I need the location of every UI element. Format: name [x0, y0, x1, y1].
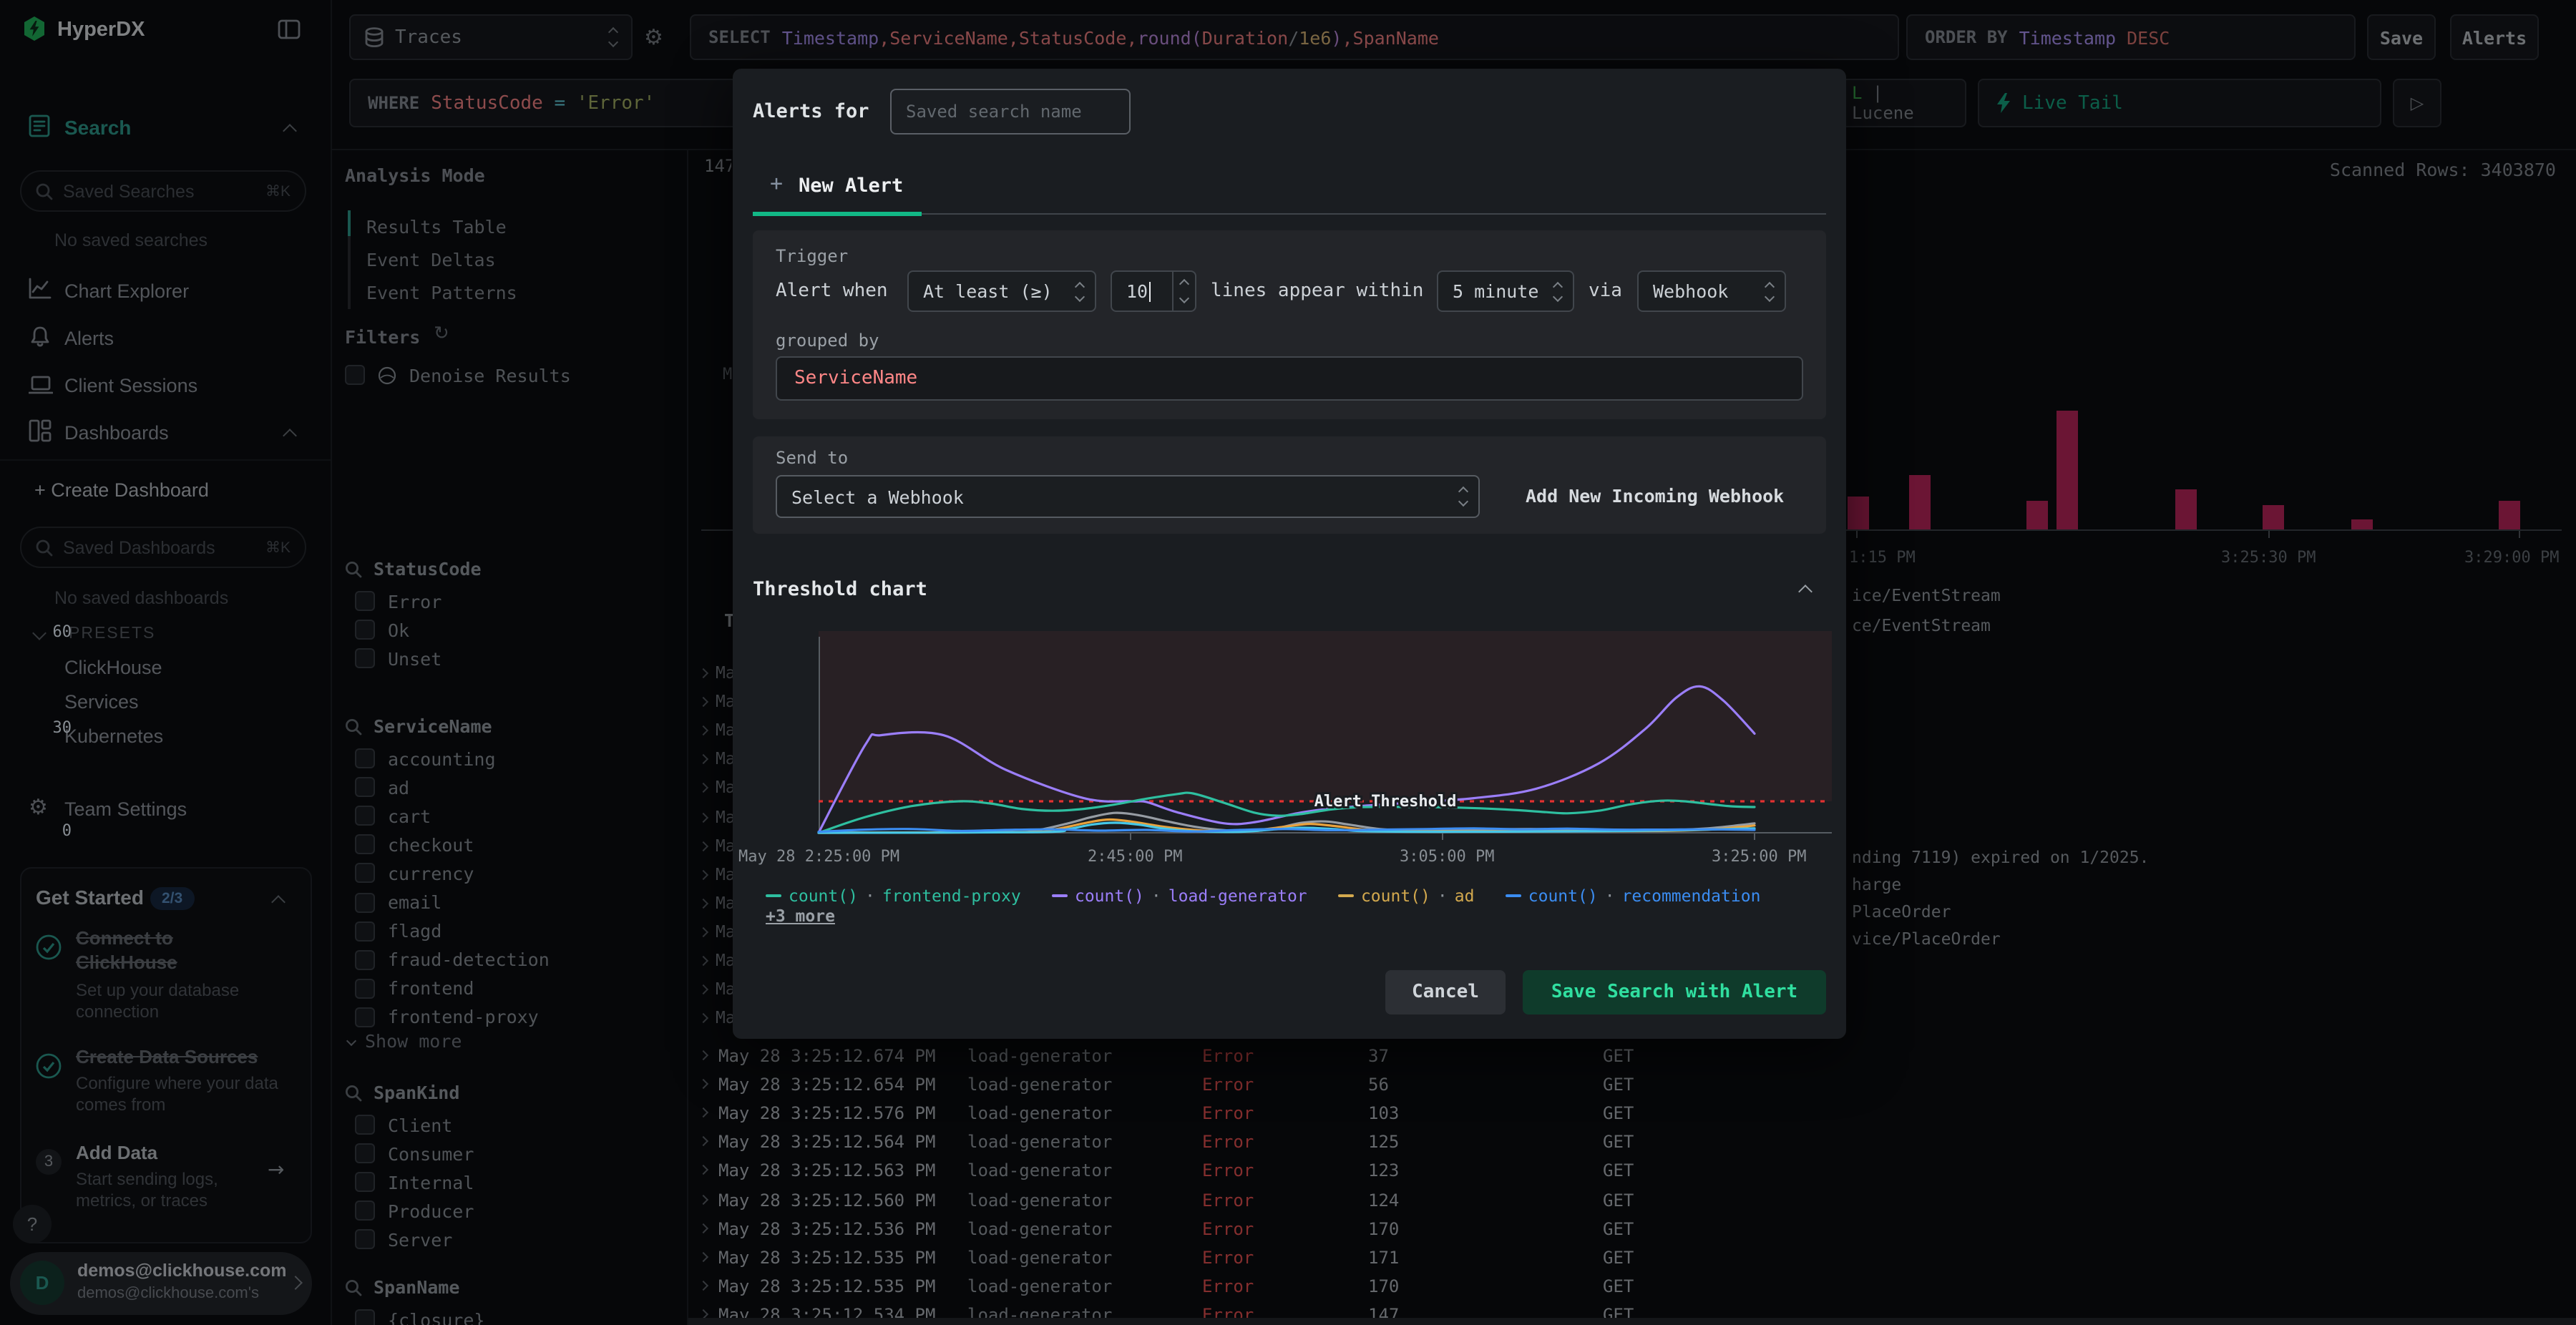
legend-metric: count()	[789, 886, 858, 906]
cancel-button[interactable]: Cancel	[1385, 970, 1506, 1014]
legend-swatch	[1505, 894, 1521, 897]
grouped-by-label: grouped by	[776, 331, 879, 351]
legend-item[interactable]: count() · frontend-proxy	[766, 886, 1021, 906]
collapse-chart-chevron-icon[interactable]	[1798, 585, 1813, 599]
x-axis-tick-label: May 28 2:25:00 PM	[738, 847, 900, 866]
legend-series-name: ad	[1454, 886, 1475, 906]
webhook-select[interactable]: Select a Webhook	[776, 475, 1480, 518]
interval-select[interactable]: 5 minute	[1437, 270, 1574, 312]
threshold-chart-title: Threshold chart	[753, 578, 927, 601]
alert-modal: Alerts for Saved search name + New Alert…	[53, 69, 1846, 1039]
hyperdx-app: HyperDX Search Saved Searches ⌘K No save…	[0, 0, 2576, 1325]
condition-value: At least (≥)	[923, 280, 1053, 302]
via-label: via	[1589, 280, 1622, 302]
send-to-label: Send to	[776, 448, 849, 468]
webhook-select-value: Select a Webhook	[791, 486, 964, 507]
legend-item[interactable]: count() · load-generator	[1051, 886, 1307, 906]
legend-separator: ·	[1604, 886, 1615, 906]
legend-metric: count()	[1528, 886, 1598, 906]
threshold-value: 10	[1126, 280, 1148, 302]
y-axis-tick-label: 30	[52, 718, 72, 737]
threshold-input[interactable]: 10	[1111, 270, 1196, 312]
number-spinner[interactable]	[1172, 272, 1195, 311]
legend-more-button[interactable]: +3 more	[766, 906, 835, 926]
svg-text:Alert Threshold: Alert Threshold	[1314, 793, 1457, 811]
chart-legend: count() · frontend-proxy count() · load-…	[766, 876, 1830, 926]
grouped-by-input[interactable]: ServiceName	[776, 356, 1803, 401]
legend-series-name: load-generator	[1168, 886, 1307, 906]
send-to-card: Send to Select a Webhook Add New Incomin…	[753, 436, 1826, 534]
alert-when-label: Alert when	[776, 280, 888, 302]
legend-series-name: frontend-proxy	[882, 886, 1021, 906]
condition-select[interactable]: At least (≥)	[907, 270, 1096, 312]
save-search-with-alert-button[interactable]: Save Search with Alert	[1523, 970, 1826, 1014]
y-axis-tick-label: 60	[52, 622, 72, 641]
legend-metric: count()	[1074, 886, 1144, 906]
tab-new-alert[interactable]: New Alert	[799, 175, 903, 197]
x-axis-tick-label: 3:05:00 PM	[1400, 847, 1495, 866]
channel-value: Webhook	[1653, 280, 1729, 302]
tab-divider	[922, 213, 1826, 215]
legend-metric: count()	[1360, 886, 1430, 906]
legend-item[interactable]: count() · ad	[1337, 886, 1475, 906]
active-tab-underline	[753, 212, 922, 216]
legend-separator: ·	[1151, 886, 1161, 906]
legend-swatch	[1051, 894, 1068, 897]
modal-title: Alerts for	[753, 100, 869, 123]
legend-item[interactable]: count() · recommendation	[1505, 886, 1761, 906]
legend-series-name: recommendation	[1621, 886, 1761, 906]
threshold-chart: Alert Threshold	[817, 631, 1832, 840]
trigger-label: Trigger	[776, 246, 849, 266]
lines-within-label: lines appear within	[1211, 280, 1424, 302]
legend-swatch	[766, 894, 781, 897]
interval-value: 5 minute	[1453, 280, 1539, 302]
new-alert-tab-plus: +	[770, 170, 784, 196]
text-caret	[1149, 281, 1151, 301]
legend-separator: ·	[864, 886, 875, 906]
x-axis-tick-label: 3:25:00 PM	[1712, 847, 1807, 866]
channel-select[interactable]: Webhook	[1637, 270, 1786, 312]
trigger-card: Trigger Alert when At least (≥) 10 lines…	[753, 230, 1826, 419]
saved-search-name-input[interactable]: Saved search name	[890, 89, 1131, 135]
saved-search-name-placeholder: Saved search name	[906, 102, 1082, 122]
grouped-by-value: ServiceName	[794, 368, 918, 389]
y-axis-tick-label: 0	[62, 821, 72, 840]
x-axis-tick-label: 2:45:00 PM	[1088, 847, 1183, 866]
legend-swatch	[1337, 894, 1354, 897]
add-webhook-button[interactable]: Add New Incoming Webhook	[1526, 485, 1784, 507]
legend-separator: ·	[1437, 886, 1448, 906]
